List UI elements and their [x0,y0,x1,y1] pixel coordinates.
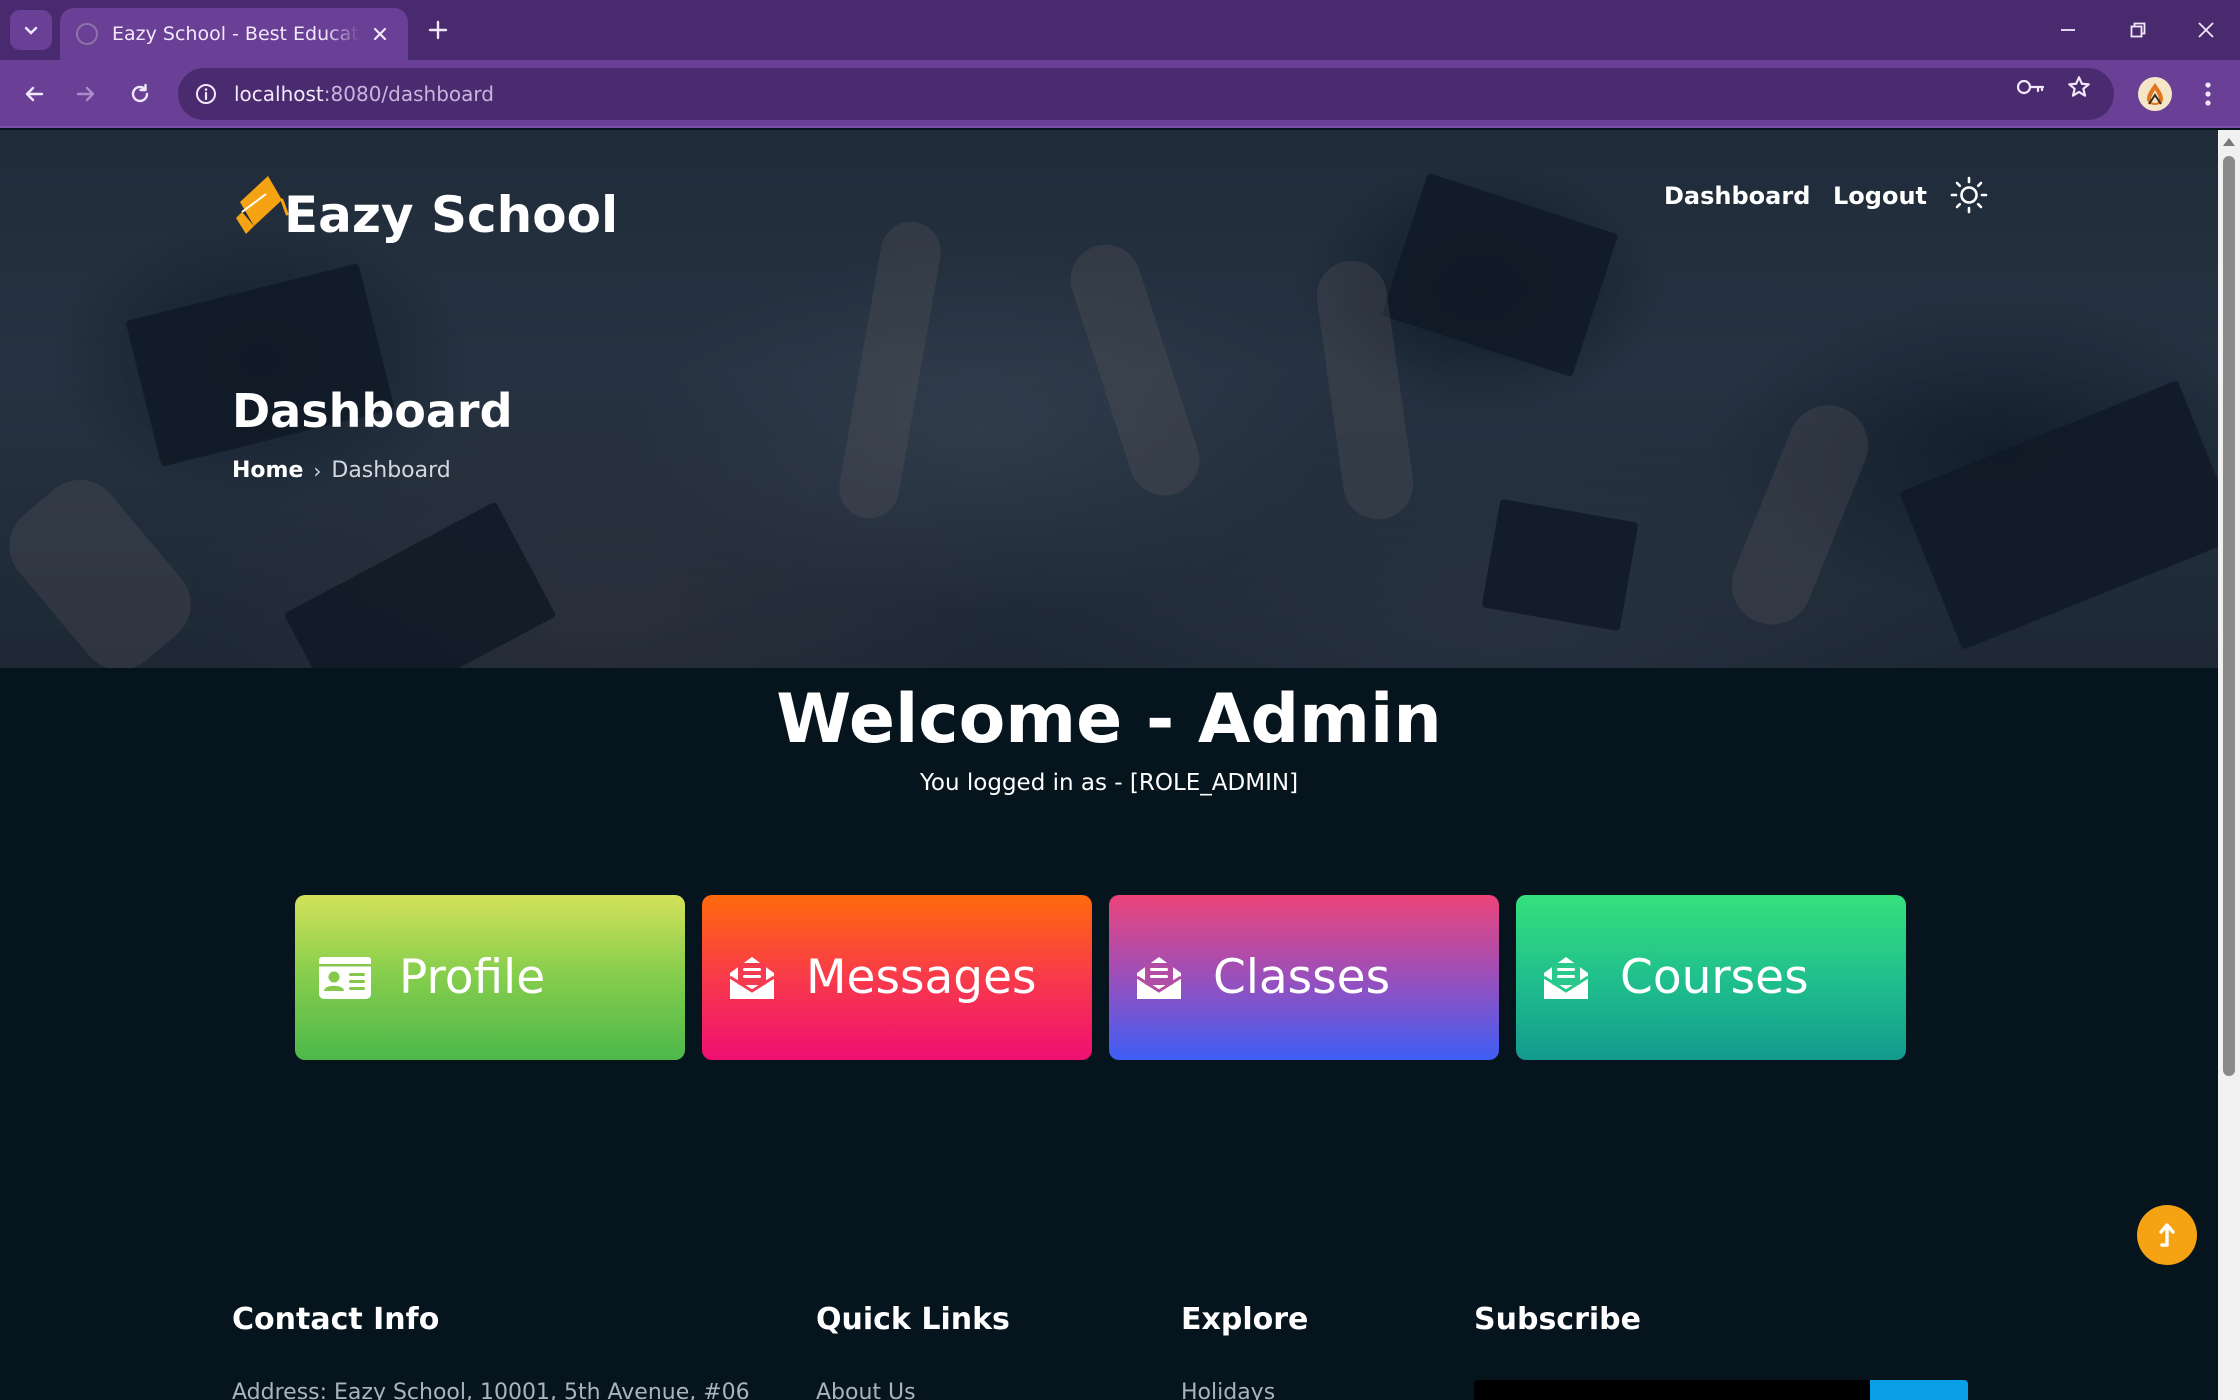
hero-banner: Eazy School Dashboard Logout Dashboard H… [0,130,2218,668]
page-title: Dashboard [232,384,513,438]
chevron-right-icon: › [313,458,322,483]
globe-icon [76,23,98,45]
breadcrumb: Home › Dashboard [232,458,451,483]
envelope-open-text-icon [1538,950,1594,1006]
card-label-messages: Messages [806,950,1037,1005]
brand-name: Eazy School [284,186,619,244]
envelope-open-text-icon [1131,950,1187,1006]
welcome-heading: Welcome - Admin [776,680,1442,759]
minimize-button[interactable] [2040,8,2096,52]
bookmark-star-icon[interactable] [2064,72,2094,102]
browser-tab-active[interactable]: Eazy School - Best Educational Institute… [60,8,408,60]
messages-card[interactable]: Messages [702,895,1092,1060]
arrow-left-icon [25,86,44,102]
classes-card[interactable]: Classes [1109,895,1499,1060]
tab-title: Eazy School - Best Educational Institute… [112,23,360,45]
footer-heading-explore: Explore [1181,1302,1309,1337]
breadcrumb-current: Dashboard [331,458,451,483]
url-host: localhost [234,82,324,106]
footer-address: Address: Eazy School, 10001, 5th Avenue,… [232,1380,750,1400]
role-text: You logged in as - [ROLE_ADMIN] [919,770,1299,796]
arrow-right-icon [76,86,95,102]
close-icon [2198,22,2214,38]
plus-icon [428,20,448,40]
page-scrollbar[interactable] [2218,130,2240,1400]
courses-card[interactable]: Courses [1516,895,1906,1060]
window-close-button[interactable] [2178,8,2234,52]
address-bar[interactable]: localhost:8080/dashboard [178,68,2114,120]
forward-button[interactable] [64,72,108,116]
browser-toolbar: localhost:8080/dashboard [0,60,2240,128]
footer-link-holidays[interactable]: Holidays [1181,1380,1275,1400]
footer-link-about-us[interactable]: About Us [816,1380,916,1400]
footer-heading-contact: Contact Info [232,1302,440,1337]
card-label-profile: Profile [399,950,546,1005]
chevron-down-icon [24,26,38,35]
footer-heading-quick-links: Quick Links [816,1302,1010,1337]
more-vertical-icon [2205,82,2211,106]
arrow-up-icon [2159,1223,2175,1247]
card-label-courses: Courses [1620,950,1809,1005]
tab-close-button[interactable] [368,22,392,46]
page-viewport: Eazy School Dashboard Logout Dashboard H… [0,130,2218,1400]
restore-icon [2130,22,2146,38]
profile-card[interactable]: Profile [295,895,685,1060]
id-card-icon [317,950,373,1006]
theme-toggle-button[interactable] [1950,176,1988,214]
password-key-icon[interactable] [2016,72,2046,102]
url-path: :8080/dashboard [323,82,494,106]
scrollbar-thumb[interactable] [2223,156,2235,1076]
reload-button[interactable] [118,72,162,116]
card-label-classes: Classes [1213,950,1391,1005]
envelope-open-text-icon [724,950,780,1006]
new-tab-button[interactable] [420,12,456,48]
footer-heading-subscribe: Subscribe [1474,1302,1641,1337]
site-info-icon[interactable] [192,80,220,108]
back-to-top-button[interactable] [2137,1205,2197,1265]
site-logo[interactable]: Eazy School [232,166,618,244]
restore-button[interactable] [2110,8,2166,52]
scroll-up-arrow-icon[interactable] [2223,138,2235,146]
browser-menu-button[interactable] [2194,74,2222,114]
graduation-cap-icon [236,176,289,234]
browser-tab-strip: Eazy School - Best Educational Institute… [0,0,2240,60]
sun-icon [1950,176,1988,214]
minimize-icon [2061,29,2075,31]
subscribe-button[interactable] [1870,1380,1968,1400]
back-button[interactable] [12,72,56,116]
tab-search-button[interactable] [10,10,52,50]
reload-icon [131,83,149,103]
avatar-icon [2147,83,2163,105]
profile-avatar[interactable] [2138,77,2172,111]
nav-link-dashboard[interactable]: Dashboard [1664,182,1810,210]
breadcrumb-home-link[interactable]: Home [232,458,303,483]
nav-link-logout[interactable]: Logout [1833,182,1927,210]
subscribe-email-input[interactable] [1474,1380,1870,1400]
url-text: localhost:8080/dashboard [234,82,494,106]
close-icon [373,27,387,41]
